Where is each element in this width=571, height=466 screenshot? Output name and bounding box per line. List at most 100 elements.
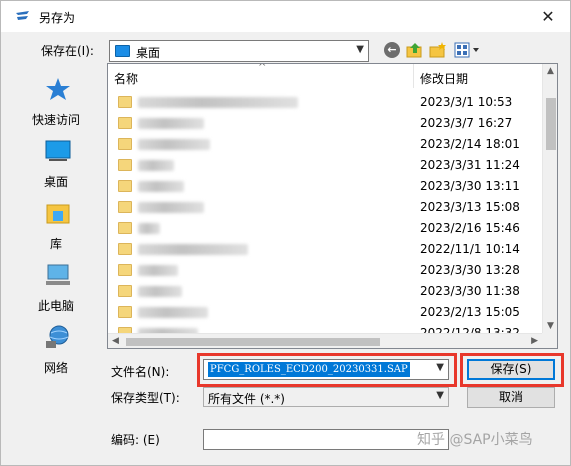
horizontal-scrollbar[interactable]: ◀ ▶ [108,333,542,348]
folder-icon [118,285,132,297]
folder-icon [118,180,132,192]
up-folder-icon [406,43,422,58]
file-list: ^ 名称 修改日期 2023/3/1 10:53 2023/3/7 16:27 20… [107,63,558,349]
places-bar: 快速访问 桌面 库 此电脑 网络 [9,63,103,375]
vertical-scrollbar[interactable]: ▲ ▼ [542,64,557,333]
file-name-redacted [138,286,182,297]
file-date: 2023/3/30 13:11 [420,179,520,193]
file-date: 2023/2/13 15:05 [420,305,520,319]
place-label: 库 [49,237,62,251]
library-icon [46,204,70,224]
file-row[interactable]: 2023/3/1 10:53 [108,92,542,113]
file-row[interactable]: 2023/3/7 16:27 [108,113,542,134]
network-icon [46,325,69,348]
star-icon [46,78,70,100]
folder-icon [118,243,132,255]
new-folder-icon [429,42,446,58]
scroll-up-icon[interactable]: ▲ [547,66,554,76]
place-network[interactable]: 网络 [9,319,103,375]
file-row[interactable]: 2023/2/16 15:46 [108,218,542,239]
highlight-box-filename [197,353,457,387]
place-label: 桌面 [43,175,68,189]
file-name-redacted [138,118,204,129]
vertical-scroll-thumb[interactable] [546,98,556,150]
back-arrow-icon: ← [384,42,400,58]
chevron-down-icon: ▼ [436,390,444,401]
back-button[interactable]: ← [383,41,401,59]
save-in-label: 保存在(I): [41,44,94,58]
file-name-redacted [138,139,210,150]
file-row[interactable]: 2023/3/13 15:08 [108,197,542,218]
horizontal-scroll-thumb[interactable] [126,338,380,346]
file-row[interactable]: 2023/3/30 13:11 [108,176,542,197]
file-date: 2023/2/16 15:46 [420,221,520,235]
file-row[interactable]: 2023/3/31 11:24 [108,155,542,176]
new-folder-button[interactable] [429,41,447,59]
place-label: 快速访问 [31,113,80,127]
folder-icon [118,138,132,150]
title-bar: 另存为 ✕ [1,1,570,32]
file-name-redacted [138,244,248,255]
app-icon [16,11,29,20]
file-date: 2023/3/31 11:24 [420,158,520,172]
file-date: 2023/2/14 18:01 [420,137,520,151]
scroll-right-icon[interactable]: ▶ [531,336,538,346]
place-label: 网络 [43,361,68,375]
filename-label: 文件名(N): [111,365,170,379]
file-row[interactable]: 2023/3/30 13:28 [108,260,542,281]
cancel-button[interactable]: 取消 [467,387,555,408]
view-menu-button[interactable] [454,41,482,59]
place-quick-access[interactable]: 快速访问 [9,71,103,127]
file-row[interactable]: 2023/2/13 15:05 [108,302,542,323]
chevron-down-icon: ▼ [356,44,364,55]
file-name-redacted [138,202,204,213]
file-name-redacted [138,160,174,171]
file-name-redacted [138,265,178,276]
folder-icon [118,222,132,234]
filetype-label: 保存类型(T): [111,391,180,405]
place-library[interactable]: 库 [9,195,103,251]
folder-icon [118,264,132,276]
highlight-box-save [460,353,564,387]
filetype-value: 所有文件 (*.*) [208,392,285,406]
file-row[interactable]: 2023/3/30 11:38 [108,281,542,302]
close-button[interactable]: ✕ [538,7,558,27]
file-row[interactable]: 2023/2/14 18:01 [108,134,542,155]
file-date: 2023/3/7 16:27 [420,116,513,130]
watermark: 知乎 @SAP小菜鸟 [417,432,533,448]
encoding-dropdown[interactable] [203,429,449,450]
folder-icon [118,306,132,318]
scroll-left-icon[interactable]: ◀ [112,336,119,346]
file-date: 2023/3/1 10:53 [420,95,513,109]
sort-ascending-icon: ^ [258,63,267,73]
file-row[interactable]: 2022/11/1 10:14 [108,239,542,260]
save-as-dialog: 另存为 ✕ 保存在(I): 桌面 ▼ ← 快速访问 桌面 库 此电脑 网络 ^ … [0,0,571,466]
place-this-pc[interactable]: 此电脑 [9,257,103,313]
place-label: 此电脑 [37,299,74,313]
column-header-date[interactable]: 修改日期 [414,64,542,88]
column-header-name[interactable]: ^ 名称 [108,64,414,88]
window-title: 另存为 [39,11,76,25]
folder-icon [118,159,132,171]
file-date: 2023/3/30 13:28 [420,263,520,277]
encoding-label: 编码: (E) [111,433,160,447]
file-name-redacted [138,223,160,234]
up-folder-button[interactable] [406,41,424,59]
column-name-label: 名称 [114,72,139,86]
place-desktop[interactable]: 桌面 [9,133,103,189]
file-date: 2023/3/30 11:38 [420,284,520,298]
filetype-dropdown[interactable]: 所有文件 (*.*) ▼ [203,387,449,407]
save-in-dropdown[interactable]: 桌面 ▼ [109,40,369,62]
folder-icon [118,96,132,108]
folder-icon [118,201,132,213]
file-name-redacted [138,97,298,108]
column-date-label: 修改日期 [420,72,469,86]
desktop-folder-icon [115,45,130,57]
desktop-icon [45,140,71,161]
save-in-value: 桌面 [136,46,161,60]
file-date: 2022/11/1 10:14 [420,242,520,256]
file-name-redacted [138,307,208,318]
scroll-down-icon[interactable]: ▼ [547,321,554,331]
file-date: 2023/3/13 15:08 [420,200,520,214]
file-name-redacted [138,181,184,192]
